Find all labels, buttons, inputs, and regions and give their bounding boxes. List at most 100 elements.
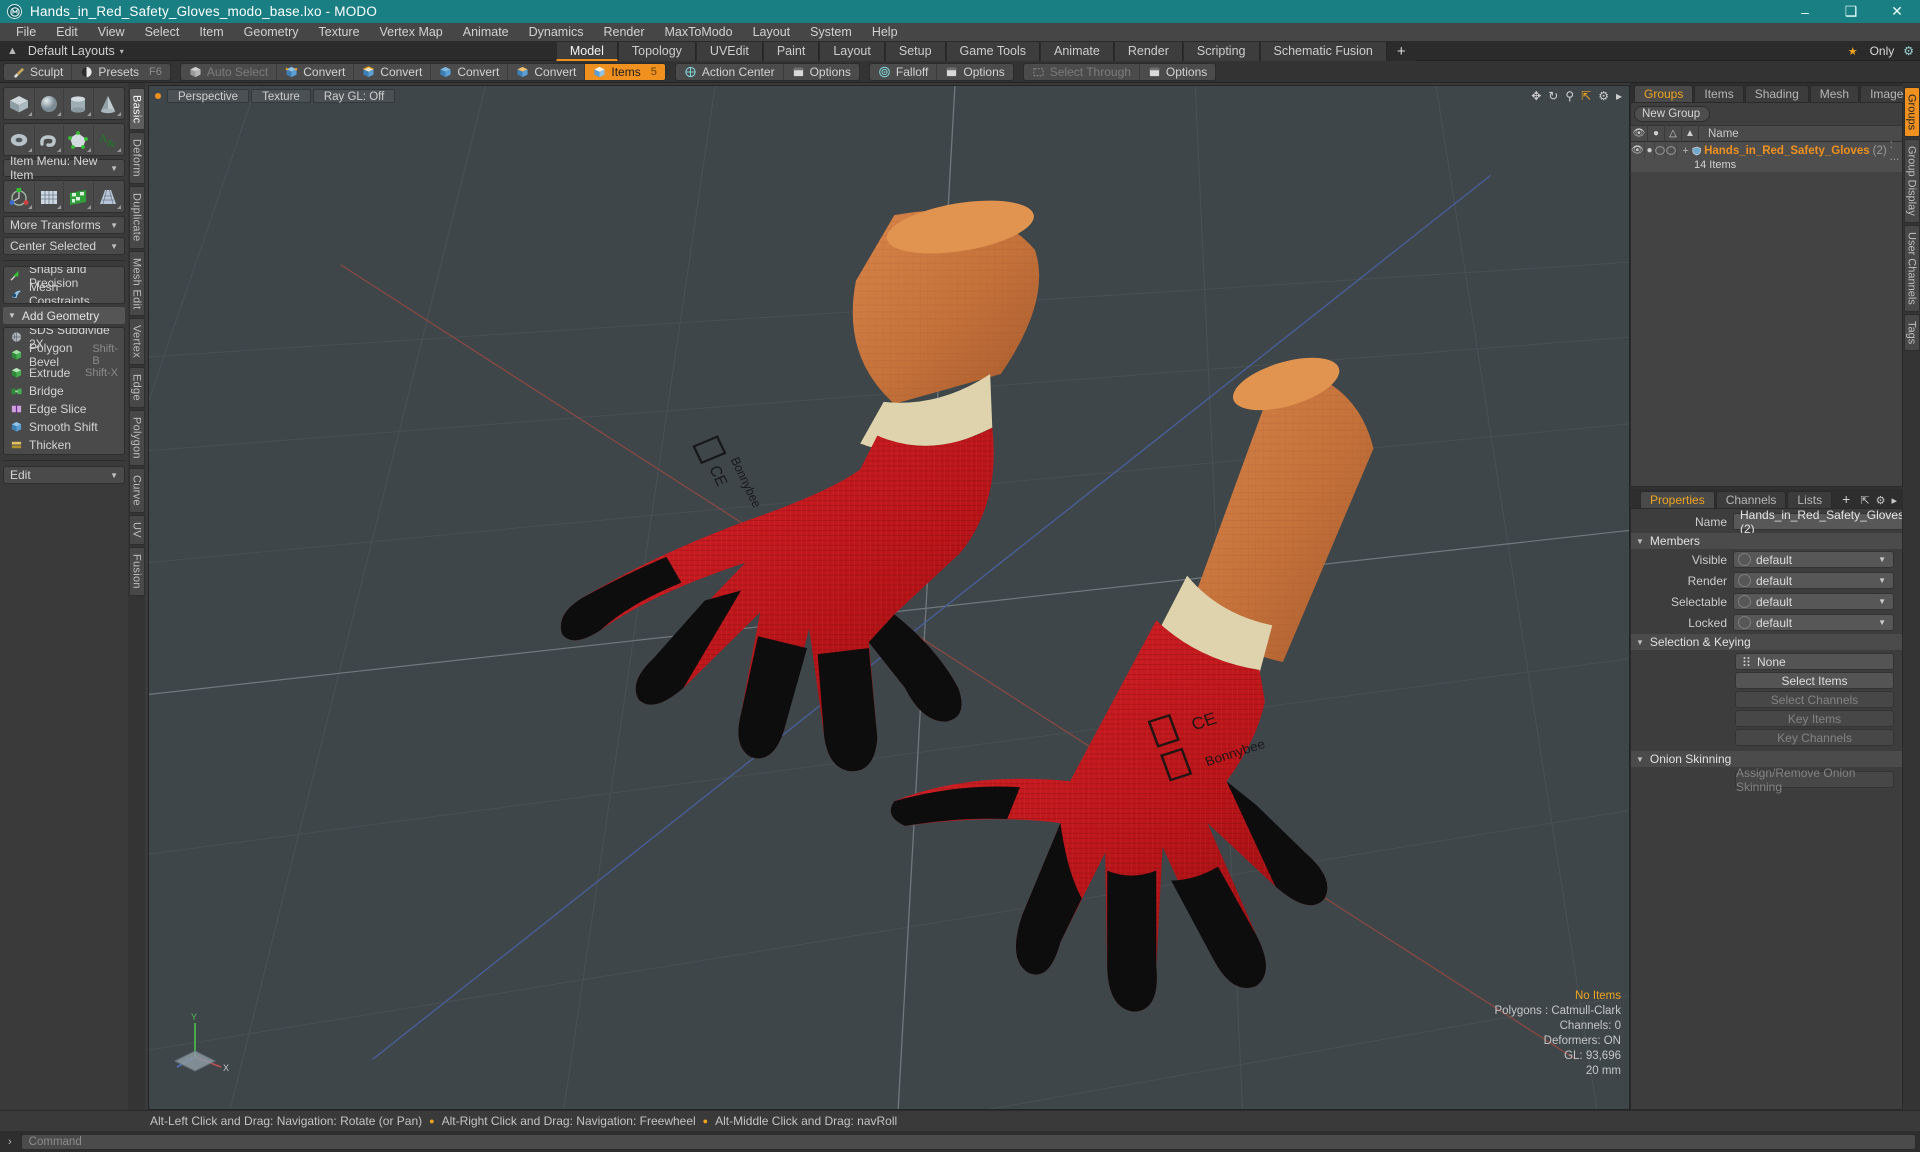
item-menu-dropdown[interactable]: Item Menu: New Item ▼ — [3, 154, 125, 182]
chevron-down-icon[interactable]: ▾ — [120, 47, 124, 56]
bridge-item[interactable]: Bridge — [4, 382, 124, 400]
viewport-tab-texture[interactable]: Texture — [251, 89, 311, 103]
convert-button-4[interactable]: Convert — [508, 63, 586, 80]
select-through-options-button[interactable]: Options — [1140, 64, 1215, 80]
render-select[interactable]: default ▼ — [1733, 572, 1894, 589]
gear-icon[interactable]: ⚙ — [1876, 494, 1886, 507]
tab-topology[interactable]: Topology — [617, 41, 696, 61]
tab-channels[interactable]: Channels — [1715, 491, 1787, 508]
tab-lists[interactable]: Lists — [1787, 491, 1833, 508]
viewport-tab-raygl[interactable]: Ray GL: Off — [312, 89, 396, 103]
zoom-icon[interactable]: ⚲ — [1565, 89, 1574, 103]
selection-none-field[interactable]: None — [1735, 653, 1894, 670]
cone-icon[interactable] — [94, 89, 123, 118]
tab-model[interactable]: Model — [555, 41, 618, 61]
menu-system[interactable]: System — [800, 23, 862, 42]
tab-uvedit[interactable]: UVEdit — [695, 41, 763, 61]
expand-icon[interactable]: ⇱ — [1860, 494, 1869, 507]
perspective-viewport[interactable]: CE Bonnybee CE Bonnybee Perspective Text… — [148, 85, 1630, 1110]
menu-file[interactable]: File — [6, 23, 46, 42]
falloff-button[interactable]: Falloff — [870, 63, 938, 80]
auto-select-button[interactable]: Auto Select — [181, 63, 278, 80]
pin-icon[interactable]: ▲ — [7, 45, 18, 57]
close-button[interactable]: ✕ — [1874, 0, 1920, 23]
polygon-bevel-item[interactable]: Polygon Bevel Shift-B — [4, 341, 124, 369]
command-input[interactable]: Command — [20, 1133, 1916, 1150]
visible-select[interactable]: default ▼ — [1733, 551, 1894, 568]
edge-slice-item[interactable]: Edge Slice — [4, 400, 124, 418]
vtab-edge[interactable]: Edge — [128, 367, 145, 409]
cube-icon[interactable] — [5, 89, 35, 118]
menu-geometry[interactable]: Geometry — [234, 23, 309, 42]
toggle-icon[interactable] — [1738, 616, 1751, 629]
only-label[interactable]: Only — [1870, 44, 1895, 58]
vtab-vertex[interactable]: Vertex — [128, 318, 145, 366]
add-geometry-section[interactable]: ▼ Add Geometry — [3, 307, 125, 324]
action-center-button[interactable]: Action Center — [676, 63, 784, 80]
toggle-icon[interactable] — [1738, 595, 1751, 608]
menu-help[interactable]: Help — [862, 23, 908, 42]
viewport-tab-perspective[interactable]: Perspective — [167, 89, 250, 103]
polygon-icon[interactable] — [64, 125, 94, 154]
menu-animate[interactable]: Animate — [453, 23, 519, 42]
table-row[interactable]: 👁 ● + Hands_in_Red_Safety_Gloves (2): .… — [1631, 139, 1902, 172]
menu-view[interactable]: View — [88, 23, 135, 42]
smooth-shift-item[interactable]: Smooth Shift — [4, 418, 124, 436]
row-render-icon[interactable]: ● — [1645, 142, 1656, 159]
menu-vertex-map[interactable]: Vertex Map — [370, 23, 453, 42]
menu-edit[interactable]: Edit — [46, 23, 88, 42]
name-field[interactable]: Hands_in_Red_Safety_Gloves (2) — [1733, 509, 1902, 536]
tab-paint[interactable]: Paint — [762, 41, 820, 61]
caret-right-icon[interactable]: ▸ — [1616, 89, 1622, 103]
tab-game-tools[interactable]: Game Tools — [945, 41, 1040, 61]
rotate-icon[interactable]: ↻ — [1548, 89, 1558, 103]
tab-schematic-fusion[interactable]: Schematic Fusion — [1259, 41, 1387, 61]
menu-texture[interactable]: Texture — [309, 23, 370, 42]
selection-keying-section-header[interactable]: ▼ Selection & Keying — [1631, 634, 1902, 650]
expand-row-icon[interactable]: + — [1682, 145, 1688, 157]
menu-render[interactable]: Render — [594, 23, 655, 42]
rvtab-user-channels[interactable]: User Channels — [1903, 224, 1920, 312]
more-transforms-dropdown[interactable]: More Transforms ▼ — [3, 216, 125, 234]
tab-mesh[interactable]: Mesh ... — [1809, 85, 1860, 118]
edit-dropdown[interactable]: Edit ▼ — [3, 466, 125, 484]
vtab-duplicate[interactable]: Duplicate — [128, 186, 145, 249]
spiral-icon[interactable] — [35, 125, 64, 154]
falloff-options-button[interactable]: Options — [937, 64, 1012, 80]
rvtab-group-display[interactable]: Group Display — [1903, 139, 1920, 223]
toggle-icon[interactable] — [1738, 574, 1751, 587]
vtab-basic[interactable]: Basic — [128, 88, 145, 131]
presets-button[interactable]: Presets F6 — [72, 64, 170, 80]
menu-maxtomodo[interactable]: MaxToModo — [655, 23, 743, 42]
tab-items[interactable]: Items — [1694, 85, 1744, 102]
mesh-grid-icon[interactable] — [35, 182, 64, 211]
star-icon[interactable]: ★ — [1848, 45, 1858, 58]
gear-icon[interactable]: ⚙ — [1903, 44, 1914, 58]
fit-icon[interactable]: ⇱ — [1581, 89, 1591, 103]
row-eye-icon[interactable]: 👁 — [1631, 142, 1645, 159]
vtab-uv[interactable]: UV — [128, 515, 145, 545]
default-layouts-label[interactable]: Default Layouts — [28, 44, 115, 58]
vtab-fusion[interactable]: Fusion — [128, 546, 145, 596]
action-center-options-button[interactable]: Options — [784, 64, 859, 80]
thicken-item[interactable]: Thicken — [4, 436, 124, 454]
menu-item[interactable]: Item — [189, 23, 233, 42]
vtab-curve[interactable]: Curve — [128, 468, 145, 514]
items-button[interactable]: Items 5 — [585, 63, 665, 80]
gear-icon[interactable]: ⚙ — [1598, 89, 1609, 103]
locked-select[interactable]: default ▼ — [1733, 614, 1894, 631]
menu-layout[interactable]: Layout — [743, 23, 801, 42]
rvtab-tags[interactable]: Tags — [1903, 313, 1920, 351]
vtab-deform[interactable]: Deform — [128, 132, 145, 185]
taper-mesh-icon[interactable] — [94, 182, 123, 211]
tab-setup[interactable]: Setup — [884, 41, 946, 61]
tab-properties[interactable]: Properties — [1640, 491, 1715, 508]
selectable-select[interactable]: default ▼ — [1733, 593, 1894, 610]
tab-shading[interactable]: Shading — [1744, 85, 1809, 102]
vtab-mesh-edit[interactable]: Mesh Edit — [128, 250, 145, 317]
new-group-button[interactable]: New Group — [1634, 106, 1710, 122]
menu-select[interactable]: Select — [135, 23, 190, 42]
rvtab-groups[interactable]: Groups — [1903, 87, 1920, 138]
members-section-header[interactable]: ▼ Members — [1631, 533, 1902, 549]
row-wireframe-toggle[interactable] — [1655, 142, 1667, 159]
